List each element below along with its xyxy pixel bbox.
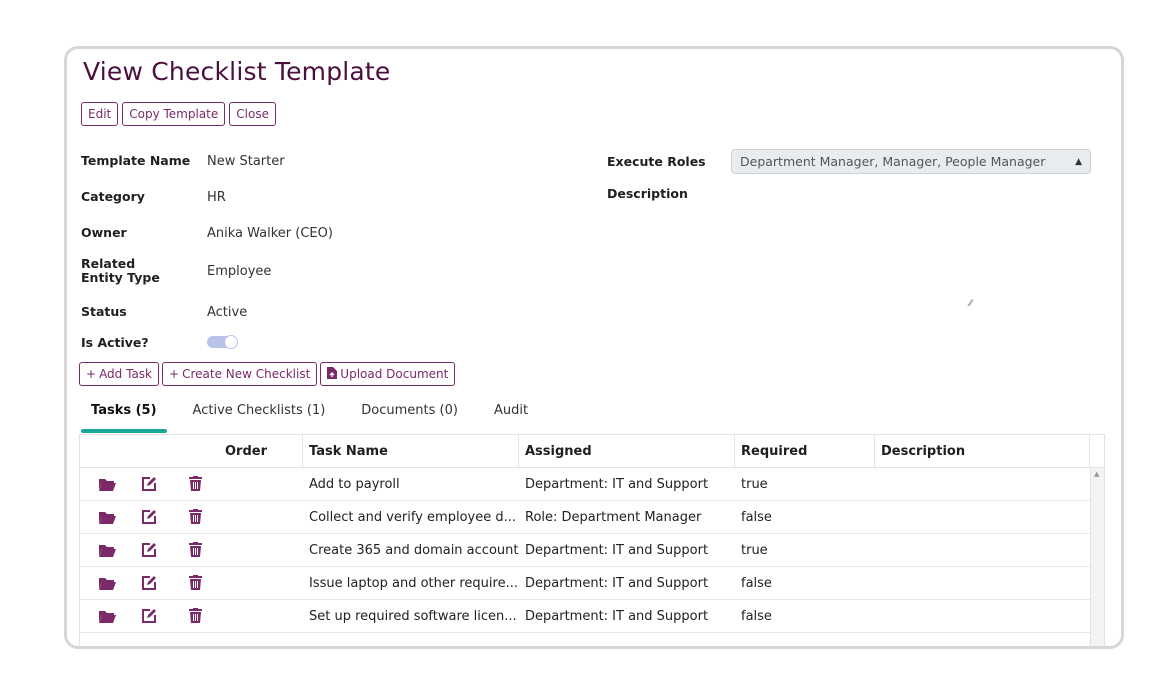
toggle-knob <box>224 335 238 349</box>
is-active-toggle[interactable] <box>207 335 238 349</box>
select-arrows-icon: ▲ <box>1075 156 1082 167</box>
action-buttons: + Add Task + Create New Checklist Upload… <box>79 362 456 386</box>
is-active-label: Is Active? <box>81 335 149 350</box>
table-row[interactable]: Issue laptop and other require... Depart… <box>80 567 1090 600</box>
order-cell <box>219 501 303 534</box>
category-label: Category <box>81 189 145 204</box>
toolbar: Edit Copy Template Close <box>81 102 276 126</box>
tab-audit[interactable]: Audit <box>494 397 528 429</box>
checklist-template-panel: View Checklist Template Edit Copy Templa… <box>64 46 1124 649</box>
add-task-button[interactable]: + Add Task <box>79 362 160 386</box>
task-name-cell: Add to payroll <box>309 477 400 492</box>
order-cell <box>219 534 303 567</box>
tab-documents[interactable]: Documents (0) <box>361 397 458 429</box>
description-label: Description <box>607 186 688 201</box>
table-row[interactable]: Collect and verify employee d... Role: D… <box>80 501 1090 534</box>
status-label: Status <box>81 304 127 319</box>
assigned-cell: Department: IT and Support <box>525 477 709 492</box>
header-order[interactable]: Order <box>219 435 303 468</box>
trash-icon[interactable] <box>189 608 205 624</box>
trash-icon[interactable] <box>189 476 205 492</box>
description-cell <box>875 534 1090 567</box>
header-required[interactable]: Required <box>735 435 875 468</box>
description-cell <box>875 468 1090 501</box>
task-name-cell: Create 365 and domain account <box>309 543 519 558</box>
execute-roles-value: Department Manager, Manager, People Mana… <box>740 154 1046 169</box>
order-cell <box>219 468 303 501</box>
task-name-cell: Issue laptop and other require... <box>309 576 518 591</box>
required-cell: true <box>741 477 768 492</box>
related-entity-type-label: Related Entity Type <box>81 256 160 285</box>
order-cell <box>219 600 303 633</box>
edit-icon[interactable] <box>141 542 157 558</box>
edit-button[interactable]: Edit <box>81 102 119 126</box>
table-row[interactable]: Add to payroll Department: IT and Suppor… <box>80 468 1090 501</box>
template-name-value: New Starter <box>207 154 285 169</box>
required-cell: true <box>741 543 768 558</box>
required-cell: false <box>741 576 772 591</box>
required-cell: false <box>741 510 772 525</box>
header-assigned[interactable]: Assigned <box>519 435 735 468</box>
assigned-cell: Role: Department Manager <box>525 510 702 525</box>
trash-icon[interactable] <box>189 509 205 525</box>
tab-bar: Tasks (5) Active Checklists (1) Document… <box>81 397 564 433</box>
scroll-up-icon[interactable]: ▲ <box>1094 470 1099 478</box>
edit-icon[interactable] <box>141 608 157 624</box>
copy-template-button[interactable]: Copy Template <box>122 102 226 126</box>
task-name-cell: Collect and verify employee d... <box>309 510 516 525</box>
order-cell <box>219 567 303 600</box>
execute-roles-label: Execute Roles <box>607 154 706 169</box>
owner-value: Anika Walker (CEO) <box>207 226 333 241</box>
template-name-label: Template Name <box>81 153 191 168</box>
grid-header: Order Task Name Assigned Required Descri… <box>80 435 1104 468</box>
edit-icon[interactable] <box>141 509 157 525</box>
header-actions <box>80 435 219 468</box>
assigned-cell: Department: IT and Support <box>525 609 709 624</box>
grid-body: Add to payroll Department: IT and Suppor… <box>80 468 1090 646</box>
close-button[interactable]: Close <box>229 102 276 126</box>
header-task-name[interactable]: Task Name <box>303 435 519 468</box>
table-row[interactable]: Set up required software licen... Depart… <box>80 600 1090 633</box>
edit-icon[interactable] <box>141 476 157 492</box>
related-entity-type-value: Employee <box>207 264 272 279</box>
file-upload-icon <box>327 366 338 382</box>
table-row[interactable]: Create 365 and domain account Department… <box>80 534 1090 567</box>
status-value: Active <box>207 305 248 320</box>
add-task-label: Add Task <box>99 367 153 381</box>
execute-roles-select[interactable]: Department Manager, Manager, People Mana… <box>731 149 1091 174</box>
tab-active-checklists[interactable]: Active Checklists (1) <box>193 397 326 429</box>
tab-tasks[interactable]: Tasks (5) <box>81 397 167 433</box>
assigned-cell: Department: IT and Support <box>525 576 709 591</box>
assigned-cell: Department: IT and Support <box>525 543 709 558</box>
upload-document-label: Upload Document <box>340 367 449 381</box>
resize-handle-icon[interactable]: ⁄⁄ <box>969 299 972 309</box>
required-cell: false <box>741 609 772 624</box>
description-cell <box>875 600 1090 633</box>
plus-icon: + <box>86 367 97 381</box>
description-cell <box>875 501 1090 534</box>
description-cell <box>875 567 1090 600</box>
owner-label: Owner <box>81 225 127 240</box>
folder-open-icon[interactable] <box>99 476 116 492</box>
folder-open-icon[interactable] <box>99 542 116 558</box>
folder-open-icon[interactable] <box>99 509 116 525</box>
folder-open-icon[interactable] <box>99 608 116 624</box>
page-title: View Checklist Template <box>83 57 391 86</box>
task-name-cell: Set up required software licen... <box>309 609 517 624</box>
grid-scrollbar[interactable]: ▲ <box>1090 468 1104 646</box>
plus-icon: + <box>169 367 180 381</box>
category-value: HR <box>207 190 226 205</box>
create-new-checklist-label: Create New Checklist <box>182 367 311 381</box>
upload-document-button[interactable]: Upload Document <box>320 362 456 386</box>
create-new-checklist-button[interactable]: + Create New Checklist <box>162 362 318 386</box>
folder-open-icon[interactable] <box>99 575 116 591</box>
header-description[interactable]: Description <box>875 435 1090 468</box>
edit-icon[interactable] <box>141 575 157 591</box>
trash-icon[interactable] <box>189 542 205 558</box>
trash-icon[interactable] <box>189 575 205 591</box>
tasks-grid: Order Task Name Assigned Required Descri… <box>79 434 1105 646</box>
